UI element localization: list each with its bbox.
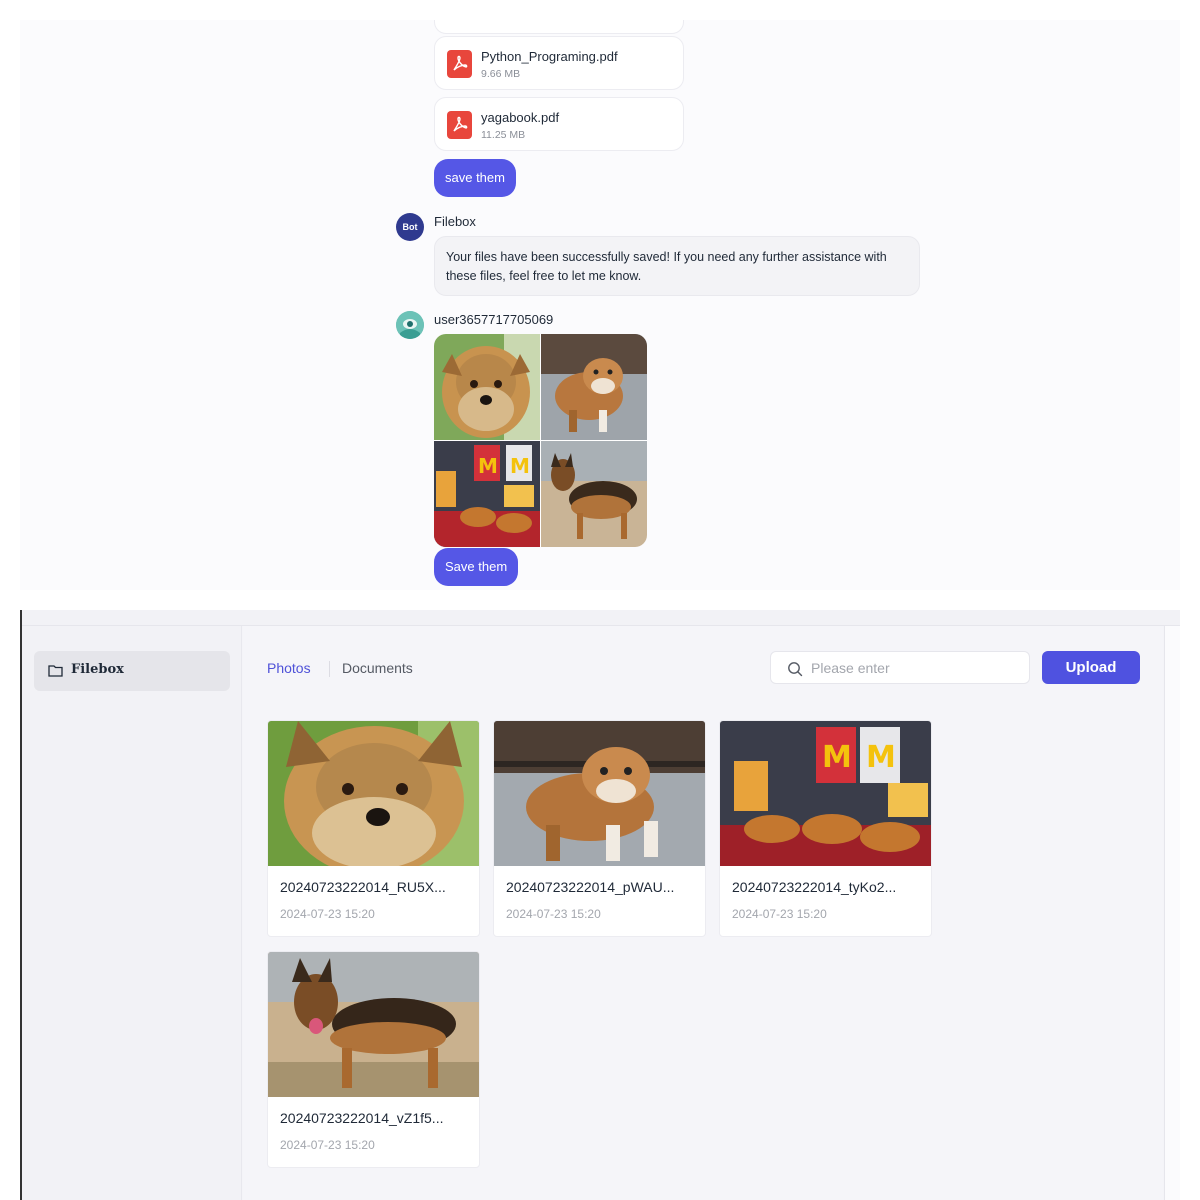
search-icon: [788, 662, 803, 677]
photo-name: 20240723222014_vZ1f5...: [280, 1110, 444, 1126]
pdf-icon: [447, 111, 472, 139]
photo-card[interactable]: M M 20240723222014_tyKo2... 2024-07-23 1…: [719, 720, 932, 937]
app-top-bar: [22, 610, 1180, 626]
sender-name: user3657717705069: [434, 312, 554, 327]
svg-text:M: M: [510, 454, 530, 478]
file-size: 9.66 MB: [481, 68, 521, 80]
scroll-area: [1164, 626, 1180, 1200]
save-them-message[interactable]: Save them: [434, 548, 519, 586]
sidebar-item-label: Filebox: [71, 662, 124, 677]
svg-text:M: M: [822, 740, 852, 775]
bulldog-photo[interactable]: [541, 334, 647, 440]
photo-date: 2024-07-23 15:20: [506, 907, 601, 921]
main-content: Photos Documents Upload: [243, 626, 1163, 1200]
sender-name: Filebox: [434, 214, 476, 229]
sidebar-item-filebox[interactable]: Filebox: [34, 651, 230, 691]
chat-panel: Python_Programing.pdf 9.66 MB yagabook.p…: [20, 20, 1180, 590]
pdf-icon: [447, 50, 472, 78]
fastfood-photo: M M: [720, 721, 931, 866]
photo-card[interactable]: 20240723222014_RU5X... 2024-07-23 15:20: [267, 720, 480, 937]
image-grid[interactable]: M M: [434, 334, 647, 547]
bot-message: Your files have been successfully saved!…: [434, 236, 920, 296]
yorkie-photo[interactable]: [434, 334, 540, 440]
previous-file-card[interactable]: [434, 20, 684, 34]
tab-documents[interactable]: Documents: [342, 660, 413, 676]
photo-date: 2024-07-23 15:20: [732, 907, 827, 921]
search-box[interactable]: [770, 651, 1030, 684]
photo-card[interactable]: 20240723222014_vZ1f5... 2024-07-23 15:20: [267, 951, 480, 1168]
upload-button[interactable]: Upload: [1042, 651, 1140, 684]
file-name: yagabook.pdf: [481, 110, 560, 125]
file-card[interactable]: yagabook.pdf 11.25 MB: [434, 97, 684, 151]
tab-photos[interactable]: Photos: [267, 660, 311, 676]
photo-name: 20240723222014_pWAU...: [506, 879, 675, 895]
save-them-message[interactable]: save them: [434, 159, 516, 197]
sidebar: Filebox: [22, 626, 242, 1200]
photo-name: 20240723222014_tyKo2...: [732, 879, 897, 895]
file-size: 11.25 MB: [481, 129, 526, 141]
search-input[interactable]: [811, 658, 1021, 678]
file-card[interactable]: Python_Programing.pdf 9.66 MB: [434, 36, 684, 90]
user-avatar: [396, 311, 424, 339]
file-name: Python_Programing.pdf: [481, 49, 618, 64]
photo-date: 2024-07-23 15:20: [280, 907, 375, 921]
bulldog-photo: [494, 721, 705, 866]
yorkie-photo: [268, 721, 479, 866]
german-shepherd-photo[interactable]: [541, 441, 647, 547]
photo-card[interactable]: 20240723222014_pWAU... 2024-07-23 15:20: [493, 720, 706, 937]
fastfood-photo[interactable]: M M: [434, 441, 540, 547]
photo-date: 2024-07-23 15:20: [280, 1138, 375, 1152]
filebox-app: Filebox Photos Documents Upload: [20, 610, 1180, 1200]
bot-avatar: Bot: [396, 213, 424, 241]
photo-name: 20240723222014_RU5X...: [280, 879, 446, 895]
svg-text:M: M: [866, 740, 896, 775]
svg-text:M: M: [478, 454, 498, 478]
folder-icon: [48, 665, 63, 677]
tab-divider: [329, 661, 330, 677]
german-shepherd-photo: [268, 952, 479, 1097]
